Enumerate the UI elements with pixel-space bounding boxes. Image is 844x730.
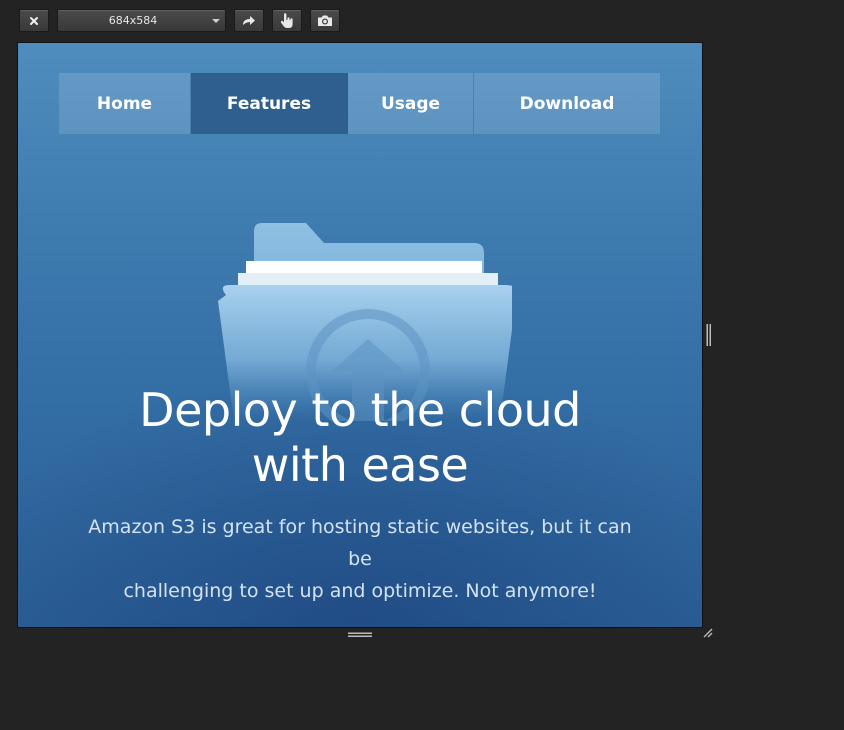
responsive-viewport: Home Features Usage Download Deploy to t… xyxy=(18,43,702,627)
resize-width-handle[interactable] xyxy=(706,324,712,346)
hero-headline-line1: Deploy to the cloud xyxy=(139,383,581,437)
nav-usage[interactable]: Usage xyxy=(348,73,474,134)
nav-download-label: Download xyxy=(519,93,615,114)
viewport-size-select[interactable]: 684x584 xyxy=(57,9,226,32)
screenshot-button[interactable] xyxy=(310,9,340,32)
hero-subtext: Amazon S3 is great for hosting static we… xyxy=(78,511,642,607)
hero-subtext-line1: Amazon S3 is great for hosting static we… xyxy=(88,516,632,570)
hero-headline: Deploy to the cloud with ease xyxy=(18,383,702,493)
nav-download[interactable]: Download xyxy=(474,73,660,134)
chevron-down-icon xyxy=(212,19,220,23)
nav-home[interactable]: Home xyxy=(59,73,191,134)
close-button[interactable] xyxy=(19,9,49,32)
nav-usage-label: Usage xyxy=(380,93,441,114)
nav-home-label: Home xyxy=(96,93,153,114)
resize-height-handle[interactable] xyxy=(348,632,372,638)
hero-subtext-line2: challenging to set up and optimize. Not … xyxy=(123,580,597,602)
viewport-size-value: 684x584 xyxy=(108,14,158,27)
site-nav: Home Features Usage Download xyxy=(59,73,660,134)
touch-toggle-button[interactable] xyxy=(272,9,302,32)
nav-features-label: Features xyxy=(226,93,312,114)
rotate-button[interactable] xyxy=(234,9,264,32)
camera-icon xyxy=(318,15,332,26)
rotate-icon xyxy=(243,15,255,25)
nav-features[interactable]: Features xyxy=(191,73,348,134)
hero-headline-line2: with ease xyxy=(251,438,469,492)
touch-pointer-icon xyxy=(280,12,293,28)
responsive-toolbar: 684x584 xyxy=(0,0,844,40)
close-icon xyxy=(30,16,38,25)
resize-corner-handle[interactable] xyxy=(701,626,713,638)
